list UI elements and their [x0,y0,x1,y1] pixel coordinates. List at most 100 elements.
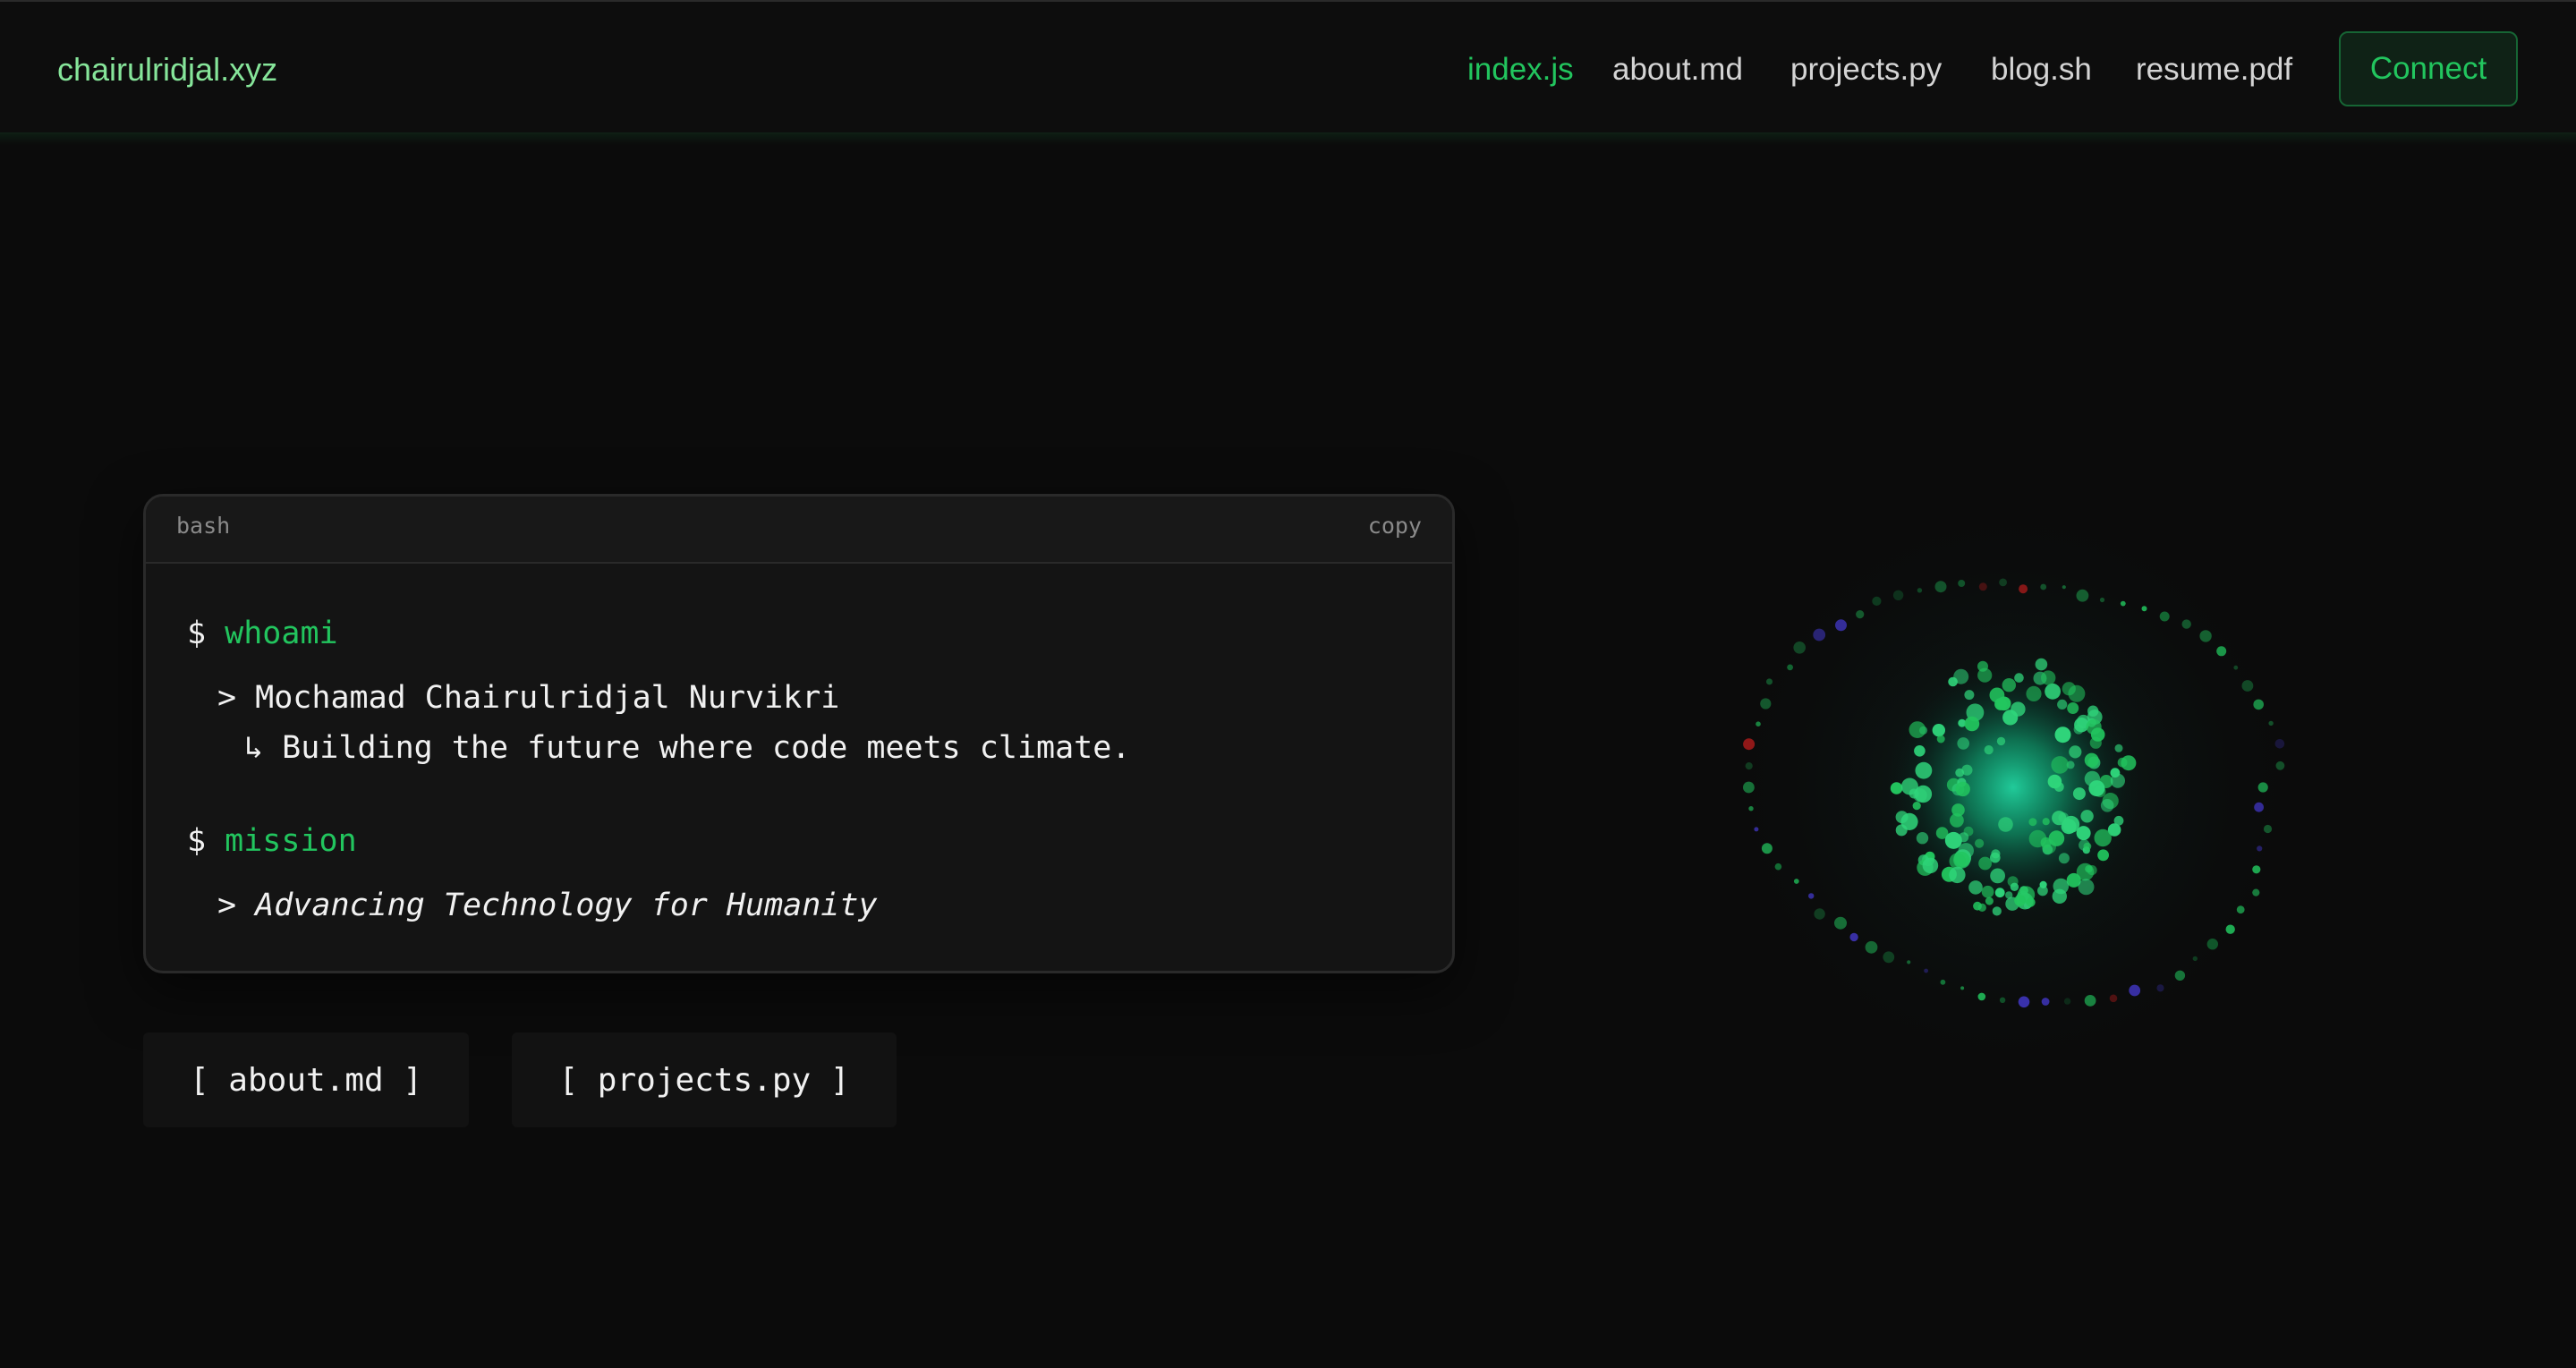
particle [1814,908,1825,920]
particle [2241,680,2254,692]
particle [2042,818,2050,826]
nav-link-index[interactable]: index.js [1467,47,1574,92]
particle [1760,698,1772,709]
particle [1890,782,1903,794]
particle [2206,939,2218,950]
command-text: mission [225,823,357,859]
prompt-symbol: $ [187,616,207,651]
command-line-whoami: $ whoami [187,613,338,654]
particle [2042,839,2056,854]
particle [2100,799,2114,812]
particle [1743,738,1756,751]
particle [1958,580,1966,587]
particle [2254,802,2264,812]
nav-link-projects[interactable]: projects.py [1790,47,1942,92]
particle [2019,584,2028,594]
particle [1960,986,1965,990]
site-logo[interactable]: chairulridjal.xyz [57,47,277,92]
particle [2069,745,2082,759]
particle [1909,721,1926,738]
particle [2233,665,2239,670]
particle [1999,578,2007,587]
particle [1917,588,1923,593]
particle [2037,885,2048,896]
particle [1975,838,1985,848]
particle [1994,698,2007,710]
particle [2192,956,2198,962]
particle [1934,581,1947,593]
particle [2010,882,2019,891]
particle [1977,992,1986,1001]
output-text: Advancing Technology for Humanity [255,888,878,923]
particle [1996,736,2006,746]
particle [1754,827,1759,832]
copy-button[interactable]: copy [1368,513,1422,539]
particle [2045,683,2061,700]
particle [1922,857,1939,874]
site-header: chairulridjal.xyz index.js about.md proj… [0,0,2576,134]
particle [2156,984,2164,992]
particle [2041,670,2056,685]
particle [1978,856,1992,871]
particle [1793,879,1799,884]
particle [1849,932,1858,942]
particle [2002,678,2016,692]
particle [1994,888,2005,898]
particle [2005,891,2013,899]
particle [2067,702,2079,714]
particle [1990,852,2001,863]
particle [2076,589,2089,602]
particle [2051,756,2069,774]
particle [1964,690,1975,701]
connect-button[interactable]: Connect [2339,31,2518,106]
command-line-mission: $ mission [187,820,357,862]
projects-link-button[interactable]: [ projects.py ] [512,1032,897,1127]
particle [2026,685,2042,701]
particle [1808,893,1815,899]
terminal-card: bash copy $ whoami > Mochamad Chairulrid… [143,494,1455,973]
particle [2018,996,2030,1008]
nav-link-blog[interactable]: blog.sh [1991,47,2092,92]
header-glow [0,132,2576,145]
particle [2141,606,2147,612]
particle [2181,619,2191,629]
particle [1856,610,1865,619]
particle [1985,896,1994,905]
particle [1953,668,1969,684]
command-text: whoami [225,616,338,651]
particle [2129,984,2141,997]
sub-output-text: Building the future where code meets cli… [282,730,1131,766]
particle [1977,667,1993,683]
about-link-button[interactable]: [ about.md ] [143,1032,469,1127]
particle [2084,770,2101,787]
nav-link-resume[interactable]: resume.pdf [2136,47,2292,92]
particle [2041,998,2050,1006]
particle [2099,597,2105,603]
particle [1745,762,1753,770]
particle [1761,843,1773,854]
output-marker: > [217,888,237,923]
particle [1978,582,1987,591]
particle [1955,781,1970,797]
particle [2252,888,2260,896]
particle [1766,678,1773,685]
particle [1883,951,1895,964]
particle [2120,600,2126,607]
particle [2159,611,2170,622]
particle [2072,787,2086,801]
particle [1835,619,1847,632]
particle-orb-graphic [1718,501,2308,1083]
particle [2063,998,2071,1005]
nav-link-about[interactable]: about.md [1612,47,1743,92]
particle [2097,849,2109,862]
particle [2094,828,2112,847]
particle [1968,880,1983,895]
particle [2109,994,2118,1003]
particle [2086,718,2102,735]
terminal-header: bash copy [146,497,1452,564]
particle [2268,720,2274,726]
particle [2216,646,2227,657]
particle [1959,832,1969,843]
particle [2026,897,2036,907]
particle [1834,916,1847,930]
